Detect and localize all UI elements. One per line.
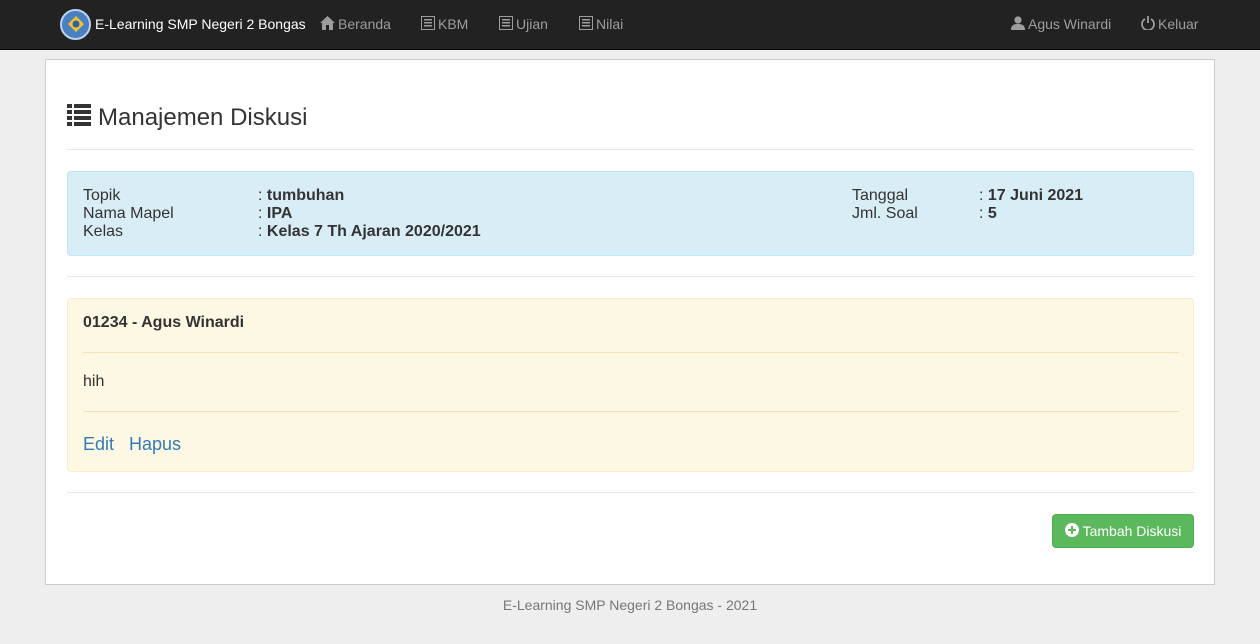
separator: : bbox=[979, 205, 984, 222]
topik-value-text: tumbuhan bbox=[266, 187, 345, 204]
tanggal-label: Tanggal bbox=[852, 187, 909, 204]
nav-ujian[interactable]: Ujian bbox=[499, 14, 548, 34]
info-row-tanggal: Tanggal : 17 Juni 2021 bbox=[852, 187, 1172, 205]
nav-ujian-label: Ujian bbox=[516, 16, 548, 32]
mapel-label: Nama Mapel bbox=[83, 205, 174, 222]
separator: : bbox=[258, 187, 263, 204]
divider bbox=[67, 492, 1194, 493]
power-icon bbox=[1141, 15, 1158, 33]
edit-link[interactable]: Edit bbox=[83, 434, 114, 455]
info-row-topik: Topik : tumbuhan bbox=[83, 187, 643, 205]
page-title-text: Manajemen Diskusi bbox=[98, 104, 308, 131]
brand-title: E-Learning SMP Negeri 2 Bongas bbox=[95, 16, 306, 32]
mapel-value-text: IPA bbox=[266, 205, 293, 222]
info-row-soal: Jml. Soal : 5 bbox=[852, 205, 1172, 223]
discussion-author: 01234 - Agus Winardi bbox=[83, 314, 245, 331]
separator: : bbox=[258, 205, 263, 222]
soal-value-text: 5 bbox=[987, 205, 997, 222]
info-row-mapel: Nama Mapel : IPA bbox=[83, 205, 643, 223]
list-alt-icon bbox=[421, 15, 438, 33]
add-discussion-label: Tambah Diskusi bbox=[1082, 523, 1182, 539]
nav-user-label: Agus Winardi bbox=[1028, 16, 1112, 32]
tut-wuri-logo-icon bbox=[60, 8, 91, 40]
footer-text: E-Learning SMP Negeri 2 Bongas - 2021 bbox=[502, 597, 758, 613]
user-icon bbox=[1011, 15, 1028, 33]
list-alt-icon bbox=[579, 15, 596, 33]
nav-nilai-label: Nilai bbox=[596, 16, 624, 32]
list-alt-icon bbox=[499, 15, 516, 33]
divider bbox=[67, 149, 1194, 150]
separator: : bbox=[258, 223, 263, 240]
page-title: Manajemen Diskusi bbox=[67, 103, 307, 133]
info-row-kelas: Kelas : Kelas 7 Th Ajaran 2020/2021 bbox=[83, 223, 643, 241]
kelas-value-text: Kelas 7 Th Ajaran 2020/2021 bbox=[266, 223, 481, 240]
nav-kbm-label: KBM bbox=[438, 16, 469, 32]
soal-value: : 5 bbox=[979, 205, 997, 223]
delete-link[interactable]: Hapus bbox=[129, 434, 181, 455]
soal-label: Jml. Soal bbox=[852, 205, 918, 222]
main-panel: Manajemen Diskusi Topik : tumbuhan Nama … bbox=[45, 59, 1215, 585]
nav-logout[interactable]: Keluar bbox=[1141, 14, 1198, 34]
mapel-value: : IPA bbox=[258, 205, 292, 223]
divider bbox=[83, 352, 1179, 353]
separator: : bbox=[979, 187, 984, 204]
discussion-body: hih bbox=[83, 373, 105, 390]
nav-user[interactable]: Agus Winardi bbox=[1011, 14, 1111, 34]
nav-kbm[interactable]: KBM bbox=[421, 14, 468, 34]
list-icon bbox=[67, 103, 98, 133]
add-discussion-button[interactable]: Tambah Diskusi bbox=[1052, 514, 1194, 548]
topik-label: Topik bbox=[83, 187, 121, 204]
nav-nilai[interactable]: Nilai bbox=[579, 14, 623, 34]
discussion-item: 01234 - Agus Winardi hih Edit Hapus bbox=[67, 298, 1194, 472]
tanggal-value-text: 17 Juni 2021 bbox=[987, 187, 1084, 204]
nav-logout-label: Keluar bbox=[1158, 16, 1199, 32]
kelas-label: Kelas bbox=[83, 223, 124, 240]
brand-link[interactable]: E-Learning SMP Negeri 2 Bongas bbox=[60, 8, 306, 40]
home-icon bbox=[320, 15, 338, 33]
divider bbox=[67, 276, 1194, 277]
nav-beranda-label: Beranda bbox=[338, 16, 391, 32]
tanggal-value: : 17 Juni 2021 bbox=[979, 187, 1083, 205]
divider bbox=[83, 411, 1179, 412]
nav-beranda[interactable]: Beranda bbox=[320, 14, 391, 34]
topic-info-box: Topik : tumbuhan Nama Mapel : IPA Kelas … bbox=[67, 171, 1194, 256]
navbar: E-Learning SMP Negeri 2 Bongas Beranda K… bbox=[0, 0, 1260, 50]
kelas-value: : Kelas 7 Th Ajaran 2020/2021 bbox=[258, 223, 481, 241]
topik-value: : tumbuhan bbox=[258, 187, 344, 205]
plus-circle-icon bbox=[1064, 522, 1083, 540]
